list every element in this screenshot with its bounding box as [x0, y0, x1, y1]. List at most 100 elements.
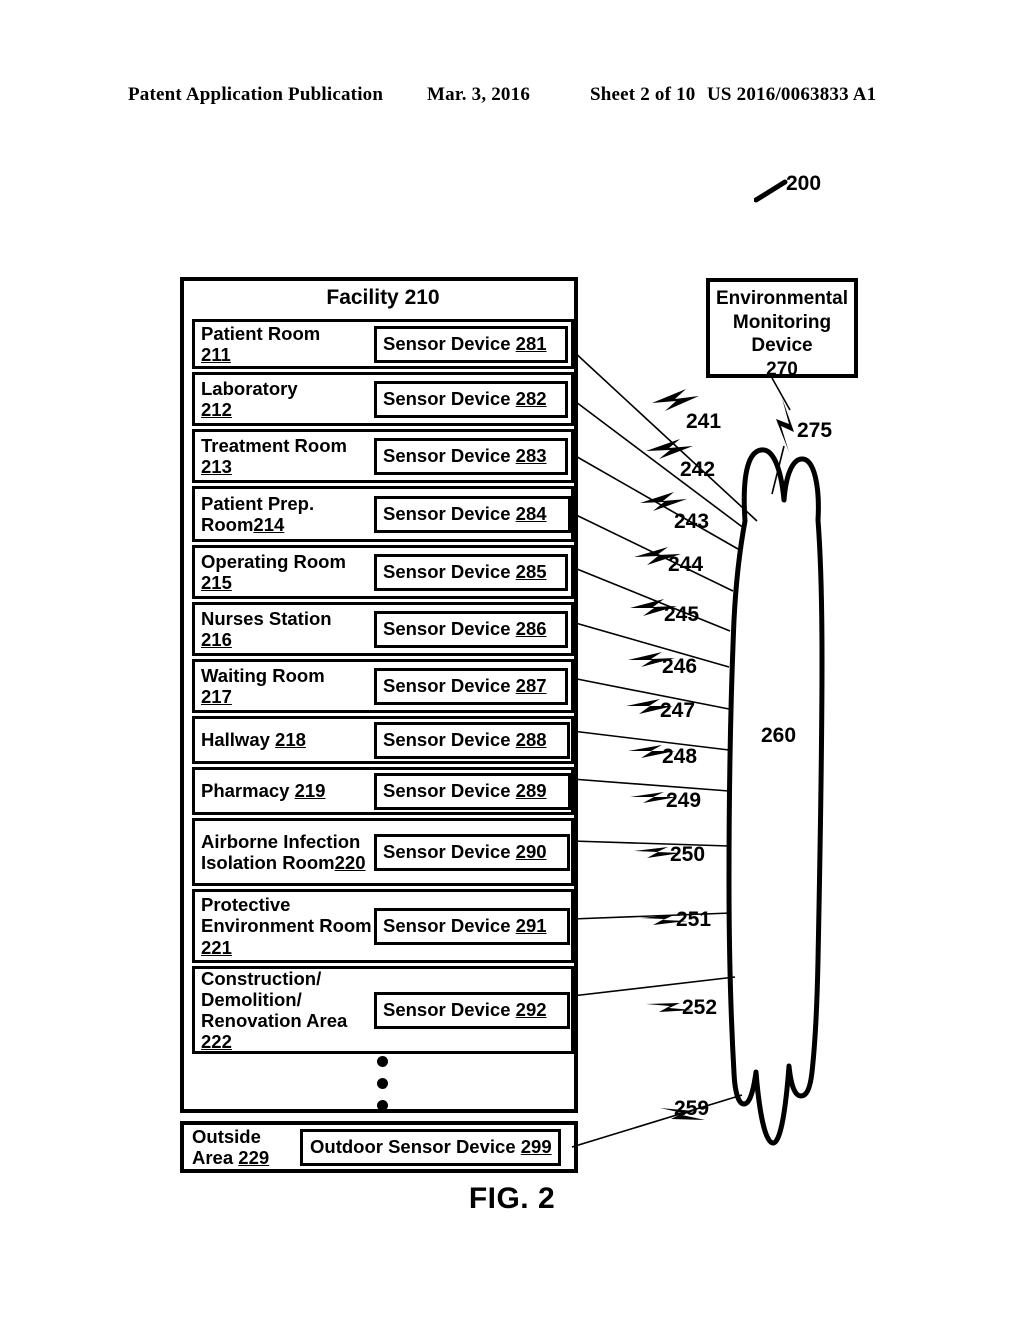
outdoor-sensor-device-box[interactable]: Outdoor Sensor Device 299	[300, 1128, 561, 1166]
room-label: Waiting Room 217	[195, 662, 377, 710]
room-ref-number: 219	[294, 780, 326, 802]
room-row[interactable]: Nurses Station 216 Sensor Device 286	[192, 602, 574, 656]
emd-leader-line	[771, 377, 791, 411]
room-ref-number: 211	[201, 344, 231, 365]
sensor-device-box[interactable]: Sensor Device 282	[374, 380, 568, 418]
room-row[interactable]: Waiting Room 217 Sensor Device 287	[192, 659, 574, 713]
room-label: Protective Environment Room 221	[195, 891, 377, 960]
sensor-device-box[interactable]: Sensor Device 291	[374, 907, 570, 945]
room-label: Operating Room 215	[195, 548, 377, 596]
sensor-device-ref: 283	[515, 444, 547, 466]
sensor-device-box[interactable]: Sensor Device 288	[374, 721, 570, 759]
connector-reference-241: 241	[686, 410, 722, 433]
room-row[interactable]: Protective Environment Room 221 Sensor De…	[192, 889, 574, 963]
room-row[interactable]: Patient Prep. Room214 Sensor Device 284	[192, 486, 574, 542]
room-ref-number: 213	[201, 456, 232, 477]
room-name: Hallway	[201, 729, 276, 751]
sensor-device-ref: 289	[515, 779, 547, 801]
sensor-device-box[interactable]: Sensor Device 289	[374, 772, 571, 810]
sensor-device-box[interactable]: Sensor Device 284	[374, 495, 571, 533]
emd-line-1: Environmental	[716, 288, 848, 309]
room-row[interactable]: Treatment Room 213 Sensor Device 283	[192, 429, 574, 483]
network-cloud-shape	[726, 447, 825, 1146]
sensor-device-label: Sensor Device	[383, 728, 516, 750]
room-name: Patient Room	[201, 322, 321, 344]
sensor-device-label: Sensor Device	[383, 560, 516, 582]
emd-ref: 270	[710, 358, 854, 382]
sensor-device-label: Sensor Device	[383, 617, 516, 639]
emd-line-2: Monitoring	[732, 311, 832, 333]
room-label: Nurses Station 216	[195, 605, 377, 653]
sensor-device-box[interactable]: Sensor Device 290	[374, 833, 570, 871]
sensor-device-box[interactable]: Sensor Device 292	[374, 991, 570, 1029]
connector-reference-245: 245	[664, 603, 700, 626]
room-row[interactable]: Laboratory 212 Sensor Device 282	[192, 372, 574, 426]
room-label: Patient Room 211	[195, 320, 377, 368]
ellipsis-dot	[377, 1100, 388, 1111]
room-row[interactable]: Operating Room 215 Sensor Device 285	[192, 545, 574, 599]
outdoor-sensor-device-label: Outdoor Sensor Device	[310, 1135, 521, 1157]
ellipsis-dot	[377, 1056, 388, 1067]
sensor-device-ref: 284	[515, 502, 547, 524]
connector-reference-246: 246	[662, 655, 698, 678]
connector-reference-251: 251	[676, 908, 712, 931]
sensor-device-label: Sensor Device	[383, 840, 516, 862]
cloud-leader-line-275	[771, 445, 785, 495]
network-reference-260: 260	[761, 724, 797, 747]
room-ref-number: 222	[201, 1031, 232, 1053]
facility-title: Facility 210	[326, 286, 440, 309]
figure-caption: FIG. 2	[468, 1182, 556, 1215]
sensor-device-ref: 285	[515, 560, 547, 582]
sensor-device-box[interactable]: Sensor Device 286	[374, 610, 568, 648]
patent-page-header: Patent Application Publication Mar. 3, 2…	[0, 84, 1024, 112]
sensor-device-label: Sensor Device	[383, 914, 516, 936]
room-label: Airborne Infection Isolation Room220	[195, 828, 377, 876]
sensor-device-label: Sensor Device	[383, 444, 516, 466]
room-ref-number: 215	[201, 572, 232, 593]
ellipsis-dot	[377, 1078, 388, 1089]
continuation-ellipsis	[192, 1050, 574, 1111]
sensor-device-label: Sensor Device	[383, 674, 516, 696]
sensor-device-ref: 290	[515, 840, 547, 862]
room-ref-number: 212	[201, 399, 232, 420]
connector-reference-252: 252	[682, 996, 718, 1019]
connector-reference-247: 247	[660, 699, 696, 722]
emd-line-3: Device	[751, 335, 813, 357]
connector-reference-243: 243	[674, 510, 710, 533]
sensor-device-ref: 282	[515, 387, 547, 409]
sensor-device-box[interactable]: Sensor Device 285	[374, 553, 568, 591]
room-label: Laboratory 212	[195, 375, 377, 423]
room-name: Pharmacy	[201, 780, 295, 802]
sensor-device-ref: 287	[515, 674, 547, 696]
room-name: Nurses Station	[201, 607, 332, 629]
publication-type-label: Patent Application Publication	[128, 84, 384, 105]
sensor-device-box[interactable]: Sensor Device 281	[374, 325, 568, 363]
room-row[interactable]: Pharmacy 219 Sensor Device 289	[192, 767, 574, 815]
room-ref-number: 218	[275, 729, 306, 751]
room-name: Laboratory	[201, 377, 298, 399]
connector-reference-248: 248	[662, 745, 698, 768]
room-row[interactable]: Hallway 218 Sensor Device 288	[192, 716, 574, 764]
room-row[interactable]: Construction/ Demolition/ Renovation Are…	[192, 966, 574, 1054]
publication-date-label: Mar. 3, 2016	[427, 84, 531, 105]
sheet-number-label: Sheet 2 of 10	[590, 84, 696, 105]
room-label: Hallway 218	[195, 726, 377, 753]
room-row[interactable]: Patient Room 211 Sensor Device 281	[192, 319, 574, 369]
connector-reference-242: 242	[680, 458, 716, 481]
environmental-monitoring-device-box[interactable]: Environmental Monitoring Device 270	[706, 278, 858, 380]
bolt-reference-275: 275	[797, 419, 833, 442]
sensor-device-box[interactable]: Sensor Device 283	[374, 437, 568, 475]
sensor-device-ref: 292	[515, 998, 547, 1020]
room-row[interactable]: Airborne Infection Isolation Room220 Sens…	[192, 818, 574, 886]
connector-reference-259: 259	[674, 1097, 710, 1120]
sensor-device-box[interactable]: Sensor Device 287	[374, 667, 568, 705]
connector-reference-244: 244	[668, 553, 704, 576]
sensor-device-ref: 286	[515, 617, 547, 639]
sensor-device-label: Sensor Device	[383, 998, 516, 1020]
room-name: Construction/ Demolition/ Renovation Are…	[201, 967, 348, 1031]
sensor-device-ref: 288	[515, 728, 547, 750]
outside-area-label: Outside Area 229	[184, 1126, 300, 1168]
sensor-device-label: Sensor Device	[383, 502, 516, 524]
outside-area-ref: 229	[238, 1147, 270, 1168]
system-reference-200: 200	[786, 172, 822, 195]
